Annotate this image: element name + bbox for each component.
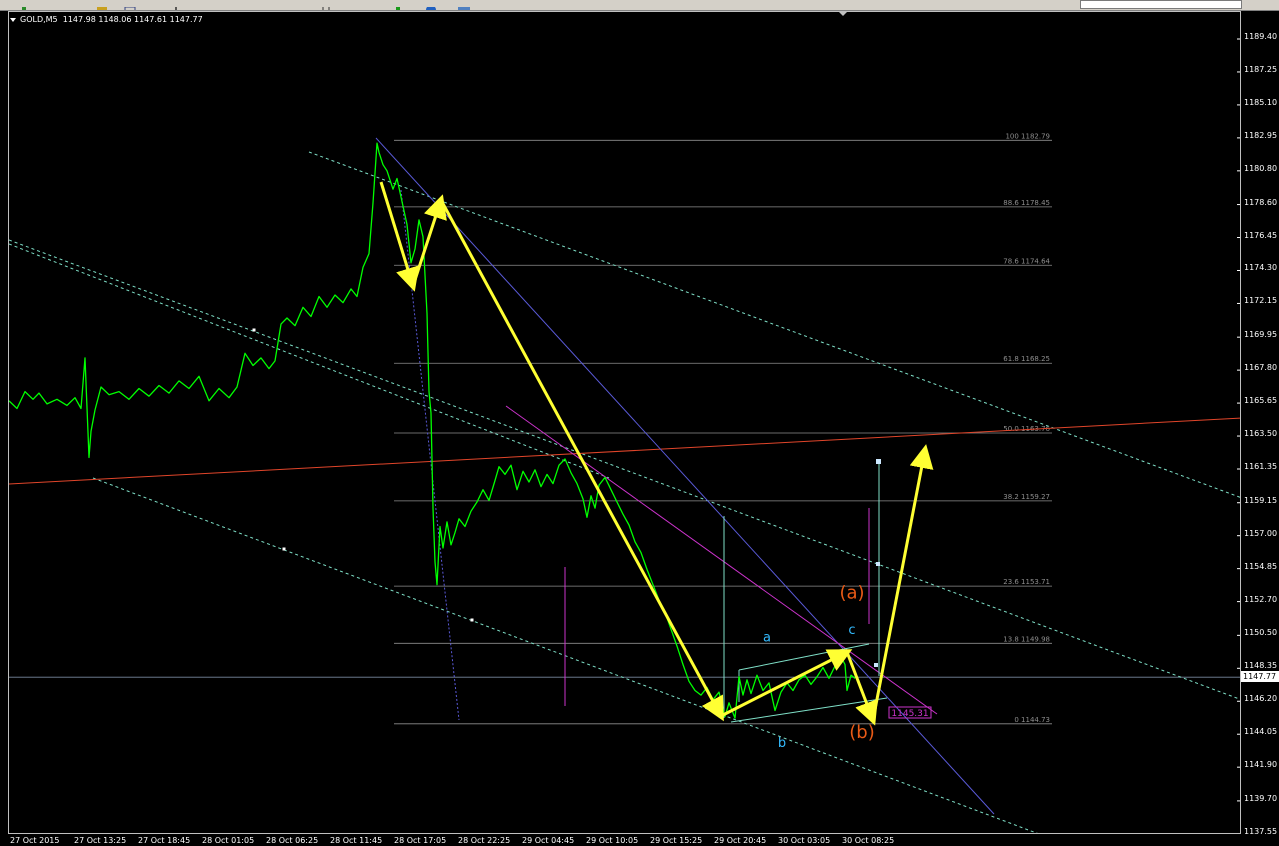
y-axis-label: 1176.45 — [1244, 230, 1278, 240]
abc-channel-bottom[interactable] — [730, 697, 888, 723]
fib-level-label: 23.6 1153.71 — [1003, 578, 1050, 586]
blue-dotted-trendline[interactable] — [400, 189, 460, 721]
new-order-icon[interactable] — [392, 0, 404, 10]
crosshair-icon[interactable] — [124, 0, 136, 10]
middle-channel-line-2[interactable] — [9, 243, 610, 479]
price-chart[interactable]: 100 1182.79 88.6 1178.45 78.6 1174.64 61.8 … — [9, 12, 1241, 834]
autotrading-icon[interactable] — [425, 0, 437, 10]
upper-channel-line[interactable] — [308, 151, 1241, 498]
channel-anchor-point[interactable] — [282, 547, 286, 551]
toolbar — [0, 0, 1279, 11]
wave-arrow[interactable] — [871, 444, 934, 721]
fib-level-label: 0 1144.73 — [1014, 716, 1050, 724]
x-axis-label: 27 Oct 18:45 — [138, 836, 191, 845]
y-axis-label: 1178.60 — [1244, 197, 1278, 207]
y-axis-label: 1187.25 — [1244, 64, 1278, 74]
y-axis-label: 1169.95 — [1244, 330, 1278, 340]
fib-level-label: 78.6 1174.64 — [1003, 257, 1050, 265]
y-axis-label: 1185.10 — [1244, 97, 1278, 107]
search-input[interactable] — [1080, 0, 1242, 9]
wave-label: b — [778, 736, 786, 751]
wave-arrow[interactable] — [439, 199, 724, 722]
y-axis-label: 1180.80 — [1244, 163, 1278, 173]
y-axis-label: 1165.65 — [1244, 396, 1278, 406]
wave-arrow[interactable] — [411, 194, 447, 287]
marker-square[interactable] — [874, 663, 878, 667]
y-axis-label: 1189.40 — [1244, 32, 1278, 41]
x-axis-label: 30 Oct 03:05 — [778, 836, 831, 845]
y-axis-label: 1141.90 — [1244, 760, 1278, 770]
middle-channel-line[interactable] — [9, 239, 1241, 700]
fib-level-label: 13.8 1149.98 — [1003, 635, 1050, 643]
new-chart-icon[interactable] — [18, 0, 30, 10]
x-axis-label: 29 Oct 10:05 — [586, 836, 639, 845]
chart-header: GOLD,M5 1147.98 1148.06 1147.61 1147.77 — [10, 15, 203, 24]
symbol-label: GOLD,M5 — [20, 15, 58, 24]
x-axis-label: 30 Oct 08:25 — [842, 836, 895, 845]
fib-level-label: 61.8 1168.25 — [1003, 355, 1050, 363]
price-box-label: 1145.31 — [891, 709, 928, 719]
current-price-tag: 1147.77 — [1241, 671, 1279, 683]
y-axis-label: 1152.70 — [1244, 594, 1278, 604]
wave-label: (b) — [849, 722, 874, 743]
chart-area[interactable]: 100 1182.79 88.6 1178.45 78.6 1174.64 61.8 … — [8, 11, 1241, 834]
wave-arrow[interactable] — [720, 649, 853, 718]
x-axis-label: 28 Oct 17:05 — [394, 836, 447, 845]
y-axis-label: 1154.85 — [1244, 561, 1278, 571]
y-axis-label: 1157.00 — [1244, 528, 1278, 538]
y-axis-label: 1148.35 — [1244, 661, 1278, 671]
y-axis-label: 1139.70 — [1244, 793, 1278, 803]
wave-label: c — [848, 623, 855, 638]
y-axis-label: 1137.55 — [1244, 826, 1278, 836]
y-axis-label: 1159.15 — [1244, 495, 1278, 505]
wave-arrow[interactable] — [845, 651, 878, 726]
period-icon[interactable] — [320, 0, 332, 10]
y-axis-label: 1182.95 — [1244, 130, 1278, 140]
y-axis-label: 1146.20 — [1244, 694, 1278, 704]
zoom-in-icon[interactable] — [170, 0, 182, 10]
y-axis-label: 1144.05 — [1244, 727, 1278, 737]
fib-level-label: 100 1182.79 — [1005, 132, 1050, 140]
x-axis-label: 28 Oct 22:25 — [458, 836, 511, 845]
red-trendline[interactable] — [9, 417, 1241, 485]
x-axis-label: 29 Oct 04:45 — [522, 836, 575, 845]
x-axis-label: 28 Oct 06:25 — [266, 836, 319, 845]
y-axis-label: 1174.30 — [1244, 263, 1278, 273]
y-axis-label: 1150.50 — [1244, 628, 1278, 638]
x-axis-label: 29 Oct 15:25 — [650, 836, 703, 845]
x-axis-label: 27 Oct 13:25 — [74, 836, 127, 845]
wave-label: (a) — [839, 583, 864, 604]
x-axis-label: 29 Oct 20:45 — [714, 836, 767, 845]
wave-label: a — [763, 630, 771, 645]
y-axis-label: 1163.50 — [1244, 429, 1278, 439]
magenta-trendline[interactable] — [505, 405, 938, 715]
x-axis-label: 28 Oct 11:45 — [330, 836, 383, 845]
zoom-out-icon[interactable] — [205, 0, 217, 8]
fib-level-label: 88.6 1178.45 — [1003, 199, 1050, 207]
y-axis-label: 1161.35 — [1244, 462, 1278, 471]
ohlc-values: 1147.98 1148.06 1147.61 1147.77 — [62, 15, 203, 24]
marker-square[interactable] — [876, 562, 880, 566]
x-axis-label: 28 Oct 01:05 — [202, 836, 255, 845]
profiles-icon[interactable] — [96, 0, 108, 10]
indicators-icon[interactable] — [458, 0, 470, 10]
x-axis-label: 27 Oct 2015 — [10, 836, 60, 845]
symbol-dropdown-icon[interactable] — [10, 17, 16, 22]
y-axis-label: 1167.80 — [1244, 363, 1278, 373]
y-axis-label: 1172.15 — [1244, 296, 1278, 306]
channel-anchor-point[interactable] — [470, 618, 474, 622]
fib-level-label: 38.2 1159.27 — [1003, 493, 1050, 501]
channel-anchor-point[interactable] — [252, 328, 256, 332]
chart-shift-marker[interactable] — [838, 11, 848, 16]
marker-square[interactable] — [876, 459, 881, 464]
lower-channel-line[interactable] — [92, 477, 1039, 834]
